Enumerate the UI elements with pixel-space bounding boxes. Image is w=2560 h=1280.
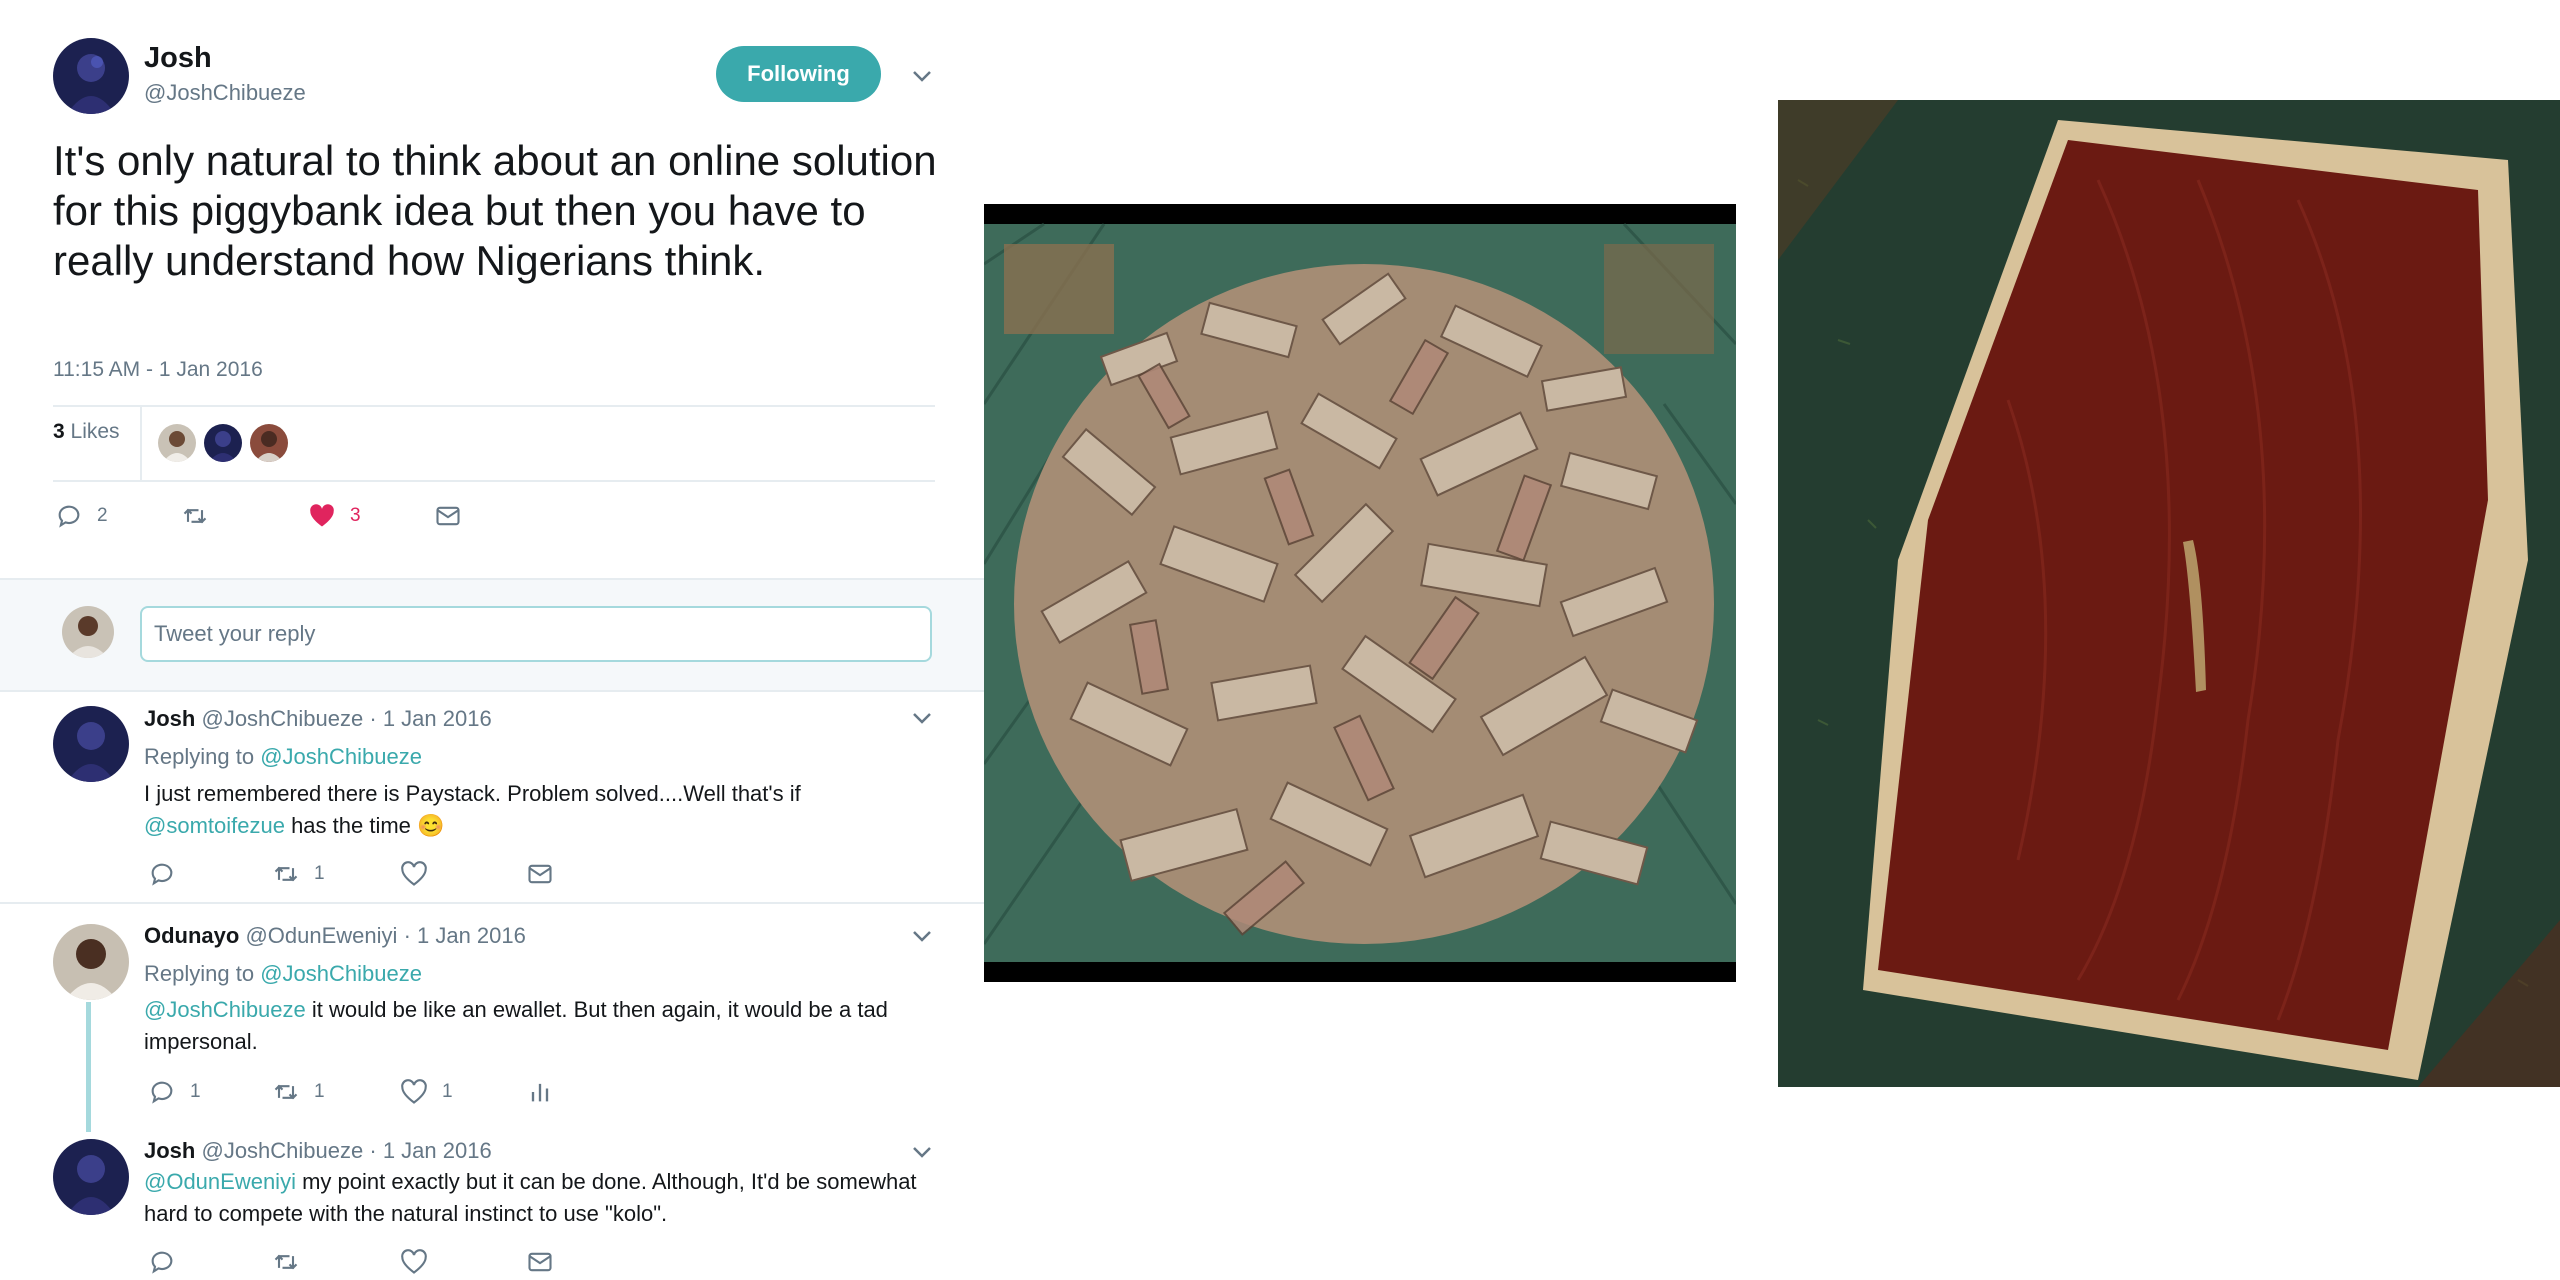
- thread-line: [86, 1002, 91, 1132]
- mail-icon: [528, 864, 552, 884]
- reply-author-handle[interactable]: @JoshChibueze: [201, 1138, 363, 1163]
- reply-author-name[interactable]: Josh: [144, 1138, 195, 1163]
- reply-action[interactable]: [148, 1248, 176, 1276]
- mention-link[interactable]: @JoshChibueze: [144, 997, 306, 1022]
- replying-to: Replying to @JoshChibueze: [144, 744, 422, 770]
- user-avatar[interactable]: [62, 606, 114, 658]
- dm-action[interactable]: [434, 502, 462, 530]
- reply-text-part: has the time: [284, 813, 411, 838]
- heart-icon: [401, 861, 427, 886]
- reply-date[interactable]: · 1 Jan 2016: [369, 1138, 491, 1163]
- replying-to-link[interactable]: @JoshChibueze: [260, 744, 422, 769]
- retweet-icon: [274, 1254, 298, 1270]
- analytics-icon: [531, 1083, 549, 1102]
- reply-author-handle[interactable]: @OdunEweniyi: [245, 923, 397, 948]
- dm-action[interactable]: [526, 860, 554, 888]
- retweet-icon: [274, 866, 298, 882]
- replying-to-link[interactable]: @JoshChibueze: [260, 961, 422, 986]
- mail-icon: [528, 1252, 552, 1272]
- retweet-count: 1: [314, 863, 325, 884]
- heart-icon: [310, 504, 334, 527]
- reply-icon: [151, 1251, 173, 1274]
- like-action[interactable]: 3: [308, 502, 361, 530]
- divider: [53, 480, 935, 482]
- reply-text-part: I just remembered there is Paystack. Pro…: [144, 781, 801, 806]
- tweet-text: It's only natural to think about an onli…: [53, 137, 937, 284]
- chevron-down-icon[interactable]: [910, 924, 934, 948]
- reply-author-handle[interactable]: @JoshChibueze: [201, 706, 363, 731]
- retweet-action[interactable]: 1: [272, 1078, 325, 1106]
- reply-date[interactable]: · 1 Jan 2016: [404, 923, 526, 948]
- like-action[interactable]: [400, 860, 428, 888]
- reply-icon: [58, 505, 80, 528]
- following-button[interactable]: Following: [716, 46, 881, 102]
- chevron-down-icon[interactable]: [910, 1140, 934, 1164]
- mention-link[interactable]: @somtoifezue: [144, 813, 285, 838]
- replying-to: Replying to @JoshChibueze: [144, 961, 422, 987]
- money-pile-photo[interactable]: [984, 204, 1736, 982]
- reply-composer: Tweet your reply: [0, 578, 984, 692]
- divider: [0, 902, 984, 904]
- retweet-action[interactable]: [181, 502, 209, 530]
- likes-count[interactable]: 3 Likes: [53, 420, 120, 444]
- reply-author-name[interactable]: Josh: [144, 706, 195, 731]
- retweet-action[interactable]: [272, 1248, 300, 1276]
- like-action[interactable]: 1: [400, 1078, 453, 1106]
- like-count: 3: [350, 505, 361, 526]
- reply-header: Josh @JoshChibueze · 1 Jan 2016: [144, 1138, 492, 1164]
- reply-action[interactable]: 2: [55, 502, 108, 530]
- likes-label: Likes: [70, 420, 120, 443]
- reply-icon: [151, 863, 173, 886]
- author-name[interactable]: Josh: [144, 42, 212, 75]
- tweet-pane: Josh @JoshChibueze Following It's only n…: [0, 0, 984, 1280]
- retweet-icon: [274, 1084, 298, 1100]
- chevron-down-icon[interactable]: [910, 64, 934, 88]
- retweet-icon: [183, 508, 207, 524]
- liker-avatar[interactable]: [250, 424, 288, 462]
- reply-avatar[interactable]: [53, 1139, 129, 1215]
- retweet-count: 1: [314, 1081, 325, 1102]
- like-count: 1: [442, 1081, 453, 1102]
- liker-avatar[interactable]: [204, 424, 242, 462]
- heart-icon: [401, 1249, 427, 1274]
- mention-link[interactable]: @OdunEweniyi: [144, 1169, 296, 1194]
- reply-action[interactable]: 1: [148, 1078, 201, 1106]
- heart-icon: [401, 1079, 427, 1104]
- reply-avatar[interactable]: [53, 924, 129, 1000]
- reply-header: Odunayo @OdunEweniyi · 1 Jan 2016: [144, 923, 526, 949]
- reply-text: I just remembered there is Paystack. Pro…: [144, 778, 1004, 842]
- divider: [140, 407, 142, 481]
- chevron-down-icon[interactable]: [910, 706, 934, 730]
- reply-date[interactable]: · 1 Jan 2016: [369, 706, 491, 731]
- author-handle[interactable]: @JoshChibueze: [144, 80, 306, 106]
- retweet-action[interactable]: 1: [272, 860, 325, 888]
- likes-number: 3: [53, 420, 65, 443]
- reply-text: @OdunEweniyi my point exactly but it can…: [144, 1166, 944, 1230]
- tweet-timestamp[interactable]: 11:15 AM - 1 Jan 2016: [53, 358, 263, 382]
- replying-to-label: Replying to: [144, 961, 255, 986]
- reply-action[interactable]: [148, 860, 176, 888]
- author-avatar[interactable]: [53, 38, 129, 114]
- wooden-box-photo[interactable]: [1778, 100, 2560, 1087]
- smile-emoji: 😊: [417, 813, 445, 838]
- replying-to-label: Replying to: [144, 744, 255, 769]
- reply-avatar[interactable]: [53, 706, 129, 782]
- divider: [53, 405, 935, 407]
- reply-icon: [151, 1081, 173, 1104]
- reply-header: Josh @JoshChibueze · 1 Jan 2016: [144, 706, 492, 732]
- reply-author-name[interactable]: Odunayo: [144, 923, 239, 948]
- dm-action[interactable]: [526, 1248, 554, 1276]
- reply-input[interactable]: Tweet your reply: [140, 606, 932, 662]
- reply-count: 1: [190, 1081, 201, 1102]
- like-action[interactable]: [400, 1248, 428, 1276]
- mail-icon: [436, 506, 460, 526]
- analytics-action[interactable]: [526, 1078, 554, 1106]
- reply-text: @JoshChibueze it would be like an ewalle…: [144, 994, 914, 1058]
- liker-avatar[interactable]: [158, 424, 196, 462]
- reply-count: 2: [97, 505, 108, 526]
